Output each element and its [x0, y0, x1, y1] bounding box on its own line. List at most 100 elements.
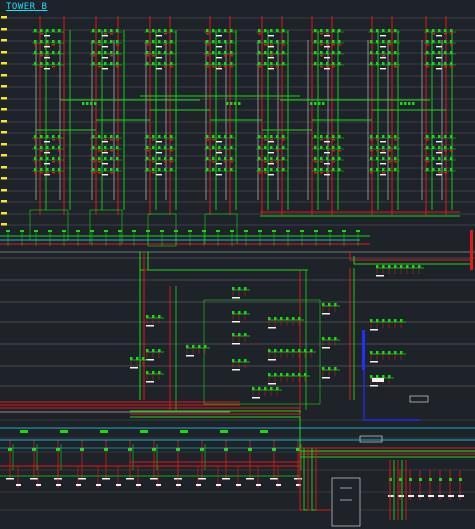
panel-label — [324, 35, 330, 37]
breaker — [292, 349, 295, 352]
breaker — [334, 303, 337, 306]
feeder-tag — [264, 44, 267, 46]
breaker — [200, 448, 204, 451]
breaker — [280, 373, 283, 376]
breaker — [426, 40, 429, 43]
floor-tag — [1, 108, 7, 111]
feeder-tag — [382, 172, 385, 174]
breaker — [244, 359, 247, 362]
breaker — [98, 29, 101, 32]
tap-breaker — [202, 230, 206, 232]
breaker — [426, 51, 429, 54]
feeder-tag — [40, 66, 43, 68]
breaker — [212, 62, 215, 65]
breaker — [394, 265, 397, 268]
breaker — [444, 135, 447, 138]
feeder-tag — [224, 161, 227, 163]
breaker — [232, 359, 235, 362]
feeder-tag — [320, 161, 323, 163]
panel-label — [216, 163, 222, 165]
breaker — [376, 351, 379, 354]
breaker — [164, 29, 167, 32]
breaker — [268, 349, 271, 352]
breaker — [146, 51, 149, 54]
drop-label — [156, 484, 161, 486]
breaker — [450, 157, 453, 160]
tap-breaker — [342, 230, 346, 232]
breaker — [304, 373, 307, 376]
breaker — [320, 29, 323, 32]
sub-panel-label — [322, 377, 330, 379]
breaker — [224, 168, 227, 171]
breaker — [322, 337, 325, 340]
breaker — [170, 62, 173, 65]
feeder-tag — [40, 33, 43, 35]
tag — [220, 430, 228, 433]
breaker — [170, 157, 173, 160]
feeder-tag — [276, 161, 279, 163]
breaker — [376, 40, 379, 43]
feeder-tag — [40, 55, 43, 57]
breaker — [314, 157, 317, 160]
breaker — [412, 102, 415, 105]
breaker — [388, 146, 391, 149]
panel-label — [268, 68, 274, 70]
breaker — [276, 29, 279, 32]
breaker — [206, 51, 209, 54]
feeder-tag — [320, 66, 323, 68]
breaker — [110, 135, 113, 138]
breaker — [280, 317, 283, 320]
feeder-tag — [98, 66, 101, 68]
breaker — [270, 146, 273, 149]
feeder-tag — [104, 139, 107, 141]
load-label — [198, 478, 206, 480]
tap-breaker — [62, 230, 66, 232]
panel-label — [436, 68, 442, 70]
breaker — [158, 62, 161, 65]
feeder-tag — [146, 150, 149, 152]
feeder-tag — [116, 139, 119, 141]
breaker — [152, 135, 155, 138]
feeder-tag — [270, 55, 273, 57]
feeder-tag — [164, 44, 167, 46]
breaker — [230, 40, 233, 43]
breaker — [432, 135, 435, 138]
tap-breaker — [356, 230, 360, 232]
breaker — [388, 40, 391, 43]
breaker — [212, 40, 215, 43]
panel-label — [156, 68, 162, 70]
feeder-tag — [326, 172, 329, 174]
tap-breaker — [216, 230, 220, 232]
breaker — [52, 51, 55, 54]
breaker — [270, 29, 273, 32]
breaker — [376, 146, 379, 149]
breaker — [432, 51, 435, 54]
breaker — [46, 146, 49, 149]
breaker — [158, 29, 161, 32]
panel-label — [380, 152, 386, 154]
breaker — [230, 62, 233, 65]
breaker — [310, 102, 313, 105]
feeder-tag — [218, 150, 221, 152]
breaker — [326, 157, 329, 160]
breaker — [388, 375, 391, 378]
breaker — [152, 349, 155, 352]
feeder-tag — [314, 172, 317, 174]
feeder-tag — [444, 150, 447, 152]
breaker — [110, 29, 113, 32]
breaker — [92, 135, 95, 138]
feeder-tag — [388, 150, 391, 152]
feeder-tag — [338, 150, 341, 152]
breaker — [370, 168, 373, 171]
breaker — [152, 371, 155, 374]
tap-breaker — [174, 230, 178, 232]
breaker — [326, 62, 329, 65]
breaker — [34, 157, 37, 160]
breaker — [382, 29, 385, 32]
tap-breaker — [230, 230, 234, 232]
panel-label — [216, 68, 222, 70]
breaker — [238, 311, 241, 314]
breaker — [116, 157, 119, 160]
feeder-tag — [34, 44, 37, 46]
breaker — [382, 146, 385, 149]
